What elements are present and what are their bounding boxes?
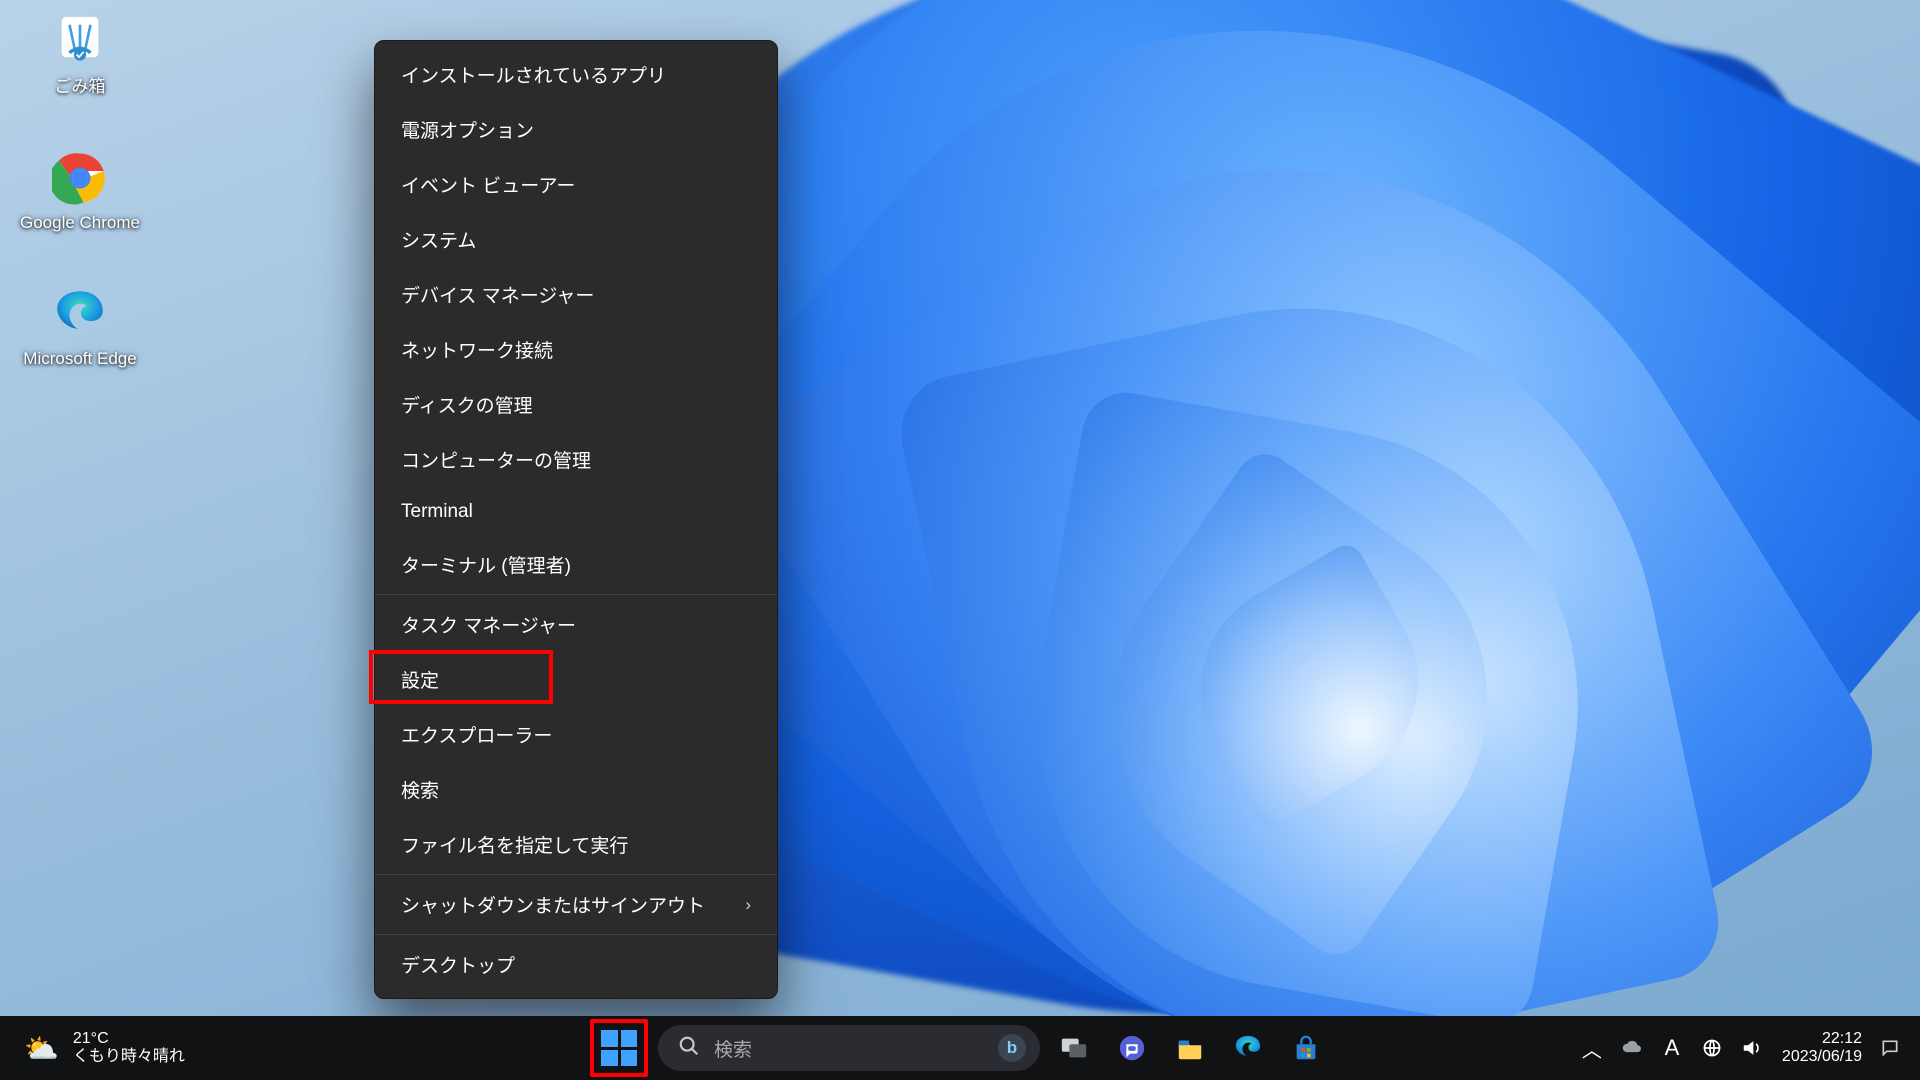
edge-label: Microsoft Edge [23, 349, 136, 369]
clock-time: 22:12 [1822, 1030, 1862, 1048]
ctx-item-1-3[interactable]: 検索 [375, 762, 777, 817]
ctx-item-0-9[interactable]: ターミナル (管理者) [375, 537, 777, 592]
ctx-item-1-1[interactable]: 設定 [375, 652, 777, 707]
microsoft-store-button[interactable] [1282, 1024, 1330, 1072]
volume-tray-icon[interactable] [1734, 1025, 1770, 1071]
search-icon [678, 1035, 700, 1062]
edge-icon [51, 285, 109, 343]
desktop-icons: ごみ箱 Google Chrome Microsoft Edge [18, 8, 142, 369]
weather-desc: くもり時々晴れ [73, 1048, 185, 1066]
ctx-item-label: ディスクの管理 [401, 391, 533, 418]
notification-center-button[interactable] [1874, 1025, 1906, 1071]
taskbar-clock[interactable]: 22:12 2023/06/19 [1774, 1030, 1870, 1067]
ctx-item-label: イベント ビューアー [401, 171, 575, 198]
ctx-item-label: 設定 [401, 666, 439, 693]
recycle-bin-label: ごみ箱 [55, 72, 106, 97]
ctx-item-label: デバイス マネージャー [401, 281, 594, 308]
wallpaper-bloom [0, 0, 1920, 1080]
file-explorer-button[interactable] [1166, 1024, 1214, 1072]
recycle-bin-desktop-icon[interactable]: ごみ箱 [18, 8, 142, 97]
search-placeholder: 検索 [714, 1035, 984, 1062]
weather-widget[interactable]: ⛅ 21°C くもり時々晴れ [0, 1016, 185, 1080]
ctx-item-label: システム [401, 226, 476, 253]
weather-temp: 21°C [73, 1030, 185, 1048]
taskbar-search[interactable]: 検索 b [658, 1025, 1040, 1071]
ctx-item-0-7[interactable]: コンピューターの管理 [375, 432, 777, 487]
chrome-icon [51, 149, 109, 207]
onedrive-tray-icon[interactable] [1614, 1025, 1650, 1071]
windows-logo-icon [601, 1030, 637, 1066]
task-view-button[interactable] [1050, 1024, 1098, 1072]
ctx-item-0-6[interactable]: ディスクの管理 [375, 377, 777, 432]
network-tray-icon[interactable] [1694, 1025, 1730, 1071]
ctx-item-label: ターミナル (管理者) [401, 551, 571, 578]
edge-desktop-icon[interactable]: Microsoft Edge [18, 285, 142, 369]
weather-icon: ⛅ [24, 1032, 59, 1065]
ctx-item-label: タスク マネージャー [401, 611, 576, 638]
ctx-item-label: ネットワーク接続 [401, 336, 553, 363]
chat-button[interactable] [1108, 1024, 1156, 1072]
ctx-item-label: インストールされているアプリ [401, 61, 666, 88]
system-tray: ︿ A 22:12 2023/06/19 [1574, 1025, 1906, 1071]
recycle-bin-icon [51, 8, 109, 66]
chevron-right-icon: › [745, 895, 751, 915]
ctx-item-0-4[interactable]: デバイス マネージャー [375, 267, 777, 322]
chrome-desktop-icon[interactable]: Google Chrome [18, 149, 142, 233]
ctx-separator [375, 874, 777, 875]
ctx-item-0-3[interactable]: システム [375, 212, 777, 267]
overflow-chevron-icon[interactable]: ︿ [1574, 1025, 1610, 1071]
ctx-item-0-1[interactable]: 電源オプション [375, 102, 777, 157]
ctx-item-1-2[interactable]: エクスプローラー [375, 707, 777, 762]
ctx-item-0-2[interactable]: イベント ビューアー [375, 157, 777, 212]
ctx-separator [375, 594, 777, 595]
ctx-item-3-0[interactable]: デスクトップ [375, 937, 777, 992]
ctx-item-2-0[interactable]: シャットダウンまたはサインアウト › [375, 877, 777, 932]
edge-taskbar-button[interactable] [1224, 1024, 1272, 1072]
ctx-item-label: Terminal [401, 501, 473, 523]
chrome-label: Google Chrome [20, 213, 140, 233]
ctx-item-label: 検索 [401, 776, 439, 803]
taskbar: ⛅ 21°C くもり時々晴れ 検索 b ︿ A 22:12 2023/06/19 [0, 1016, 1920, 1080]
ctx-item-0-5[interactable]: ネットワーク接続 [375, 322, 777, 377]
start-button[interactable] [590, 1019, 648, 1077]
taskbar-center: 検索 b [590, 1019, 1330, 1077]
ctx-item-0-8[interactable]: Terminal [375, 487, 777, 537]
ctx-item-1-0[interactable]: タスク マネージャー [375, 597, 777, 652]
ime-indicator[interactable]: A [1654, 1025, 1690, 1071]
winx-context-menu: インストールされているアプリ電源オプションイベント ビューアーシステムデバイス … [374, 40, 778, 999]
ctx-item-label: エクスプローラー [401, 721, 552, 748]
annotation-highlight [369, 650, 553, 704]
ctx-item-1-4[interactable]: ファイル名を指定して実行 [375, 817, 777, 872]
ctx-separator [375, 934, 777, 935]
ctx-item-label: デスクトップ [401, 951, 515, 978]
ctx-item-label: ファイル名を指定して実行 [401, 831, 628, 858]
ctx-item-label: シャットダウンまたはサインアウト [401, 891, 705, 918]
ctx-item-0-0[interactable]: インストールされているアプリ [375, 47, 777, 102]
bing-icon[interactable]: b [998, 1034, 1026, 1062]
ctx-item-label: コンピューターの管理 [401, 446, 591, 473]
ctx-item-label: 電源オプション [401, 116, 534, 143]
clock-date: 2023/06/19 [1782, 1048, 1862, 1066]
